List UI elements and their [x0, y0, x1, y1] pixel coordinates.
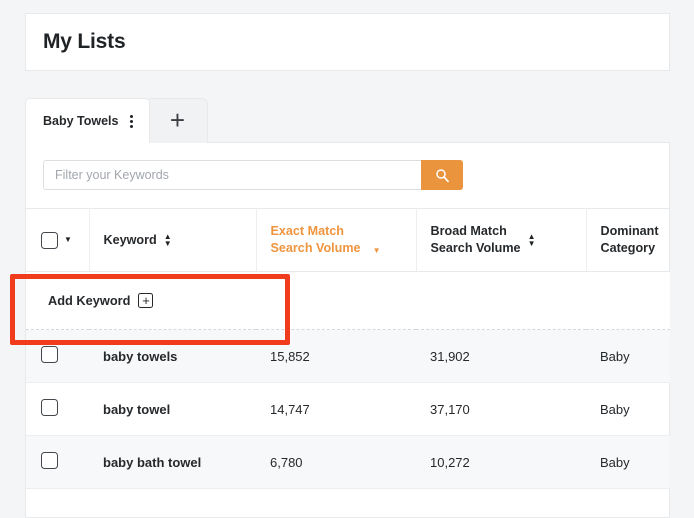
keyword-filter-input[interactable] [43, 160, 421, 190]
cell-exact-match: 6,780 [256, 436, 416, 489]
keywords-table: ▼ Keyword ▲▼ [26, 208, 694, 489]
kebab-menu-icon[interactable] [127, 114, 136, 129]
table-body: Add Keyword + baby towels 15,852 31,902 … [26, 272, 694, 489]
page-title: My Lists [43, 30, 125, 54]
search-icon [435, 168, 450, 183]
cell-broad-match: 10,272 [416, 436, 586, 489]
filter-bar [43, 160, 463, 190]
app-root: My Lists Baby Towels + [0, 0, 694, 518]
add-keyword-row[interactable]: Add Keyword + [26, 272, 694, 330]
chevron-down-icon[interactable]: ▼ [64, 236, 72, 244]
row-checkbox[interactable] [41, 346, 58, 363]
tab-label: Baby Towels [43, 114, 118, 128]
sort-updown-icon[interactable]: ▲▼ [164, 233, 172, 247]
row-select-cell[interactable] [26, 436, 89, 489]
row-select-cell[interactable] [26, 383, 89, 436]
table-row[interactable]: baby towel 14,747 37,170 Baby [26, 383, 694, 436]
sort-descending-icon[interactable]: ▼ [373, 247, 381, 255]
list-tab-strip: Baby Towels + [25, 98, 208, 143]
cell-exact-match: 15,852 [256, 330, 416, 383]
column-label-exact-line1: Exact Match [271, 224, 345, 238]
search-button[interactable] [421, 160, 463, 190]
table-row[interactable]: baby towels 15,852 31,902 Baby [26, 330, 694, 383]
page-title-card: My Lists [25, 13, 670, 71]
cell-keyword: baby towels [89, 330, 256, 383]
cell-broad-match: 31,902 [416, 330, 586, 383]
boxed-plus-icon: + [138, 293, 153, 308]
column-label-exact-line2: Search Volume [271, 241, 361, 255]
add-keyword-cell[interactable]: Add Keyword + [26, 272, 694, 330]
tab-add-new-list[interactable]: + [146, 98, 208, 143]
add-keyword-label: Add Keyword [48, 293, 130, 308]
table-header: ▼ Keyword ▲▼ [26, 209, 694, 272]
sort-updown-icon[interactable]: ▲▼ [528, 233, 536, 247]
column-label-category-line2: Category [601, 241, 656, 255]
viewport-right-gutter [670, 0, 694, 518]
column-label-keyword: Keyword [104, 232, 157, 249]
cell-exact-match: 14,747 [256, 383, 416, 436]
plus-icon: + [170, 107, 185, 133]
column-header-select-all[interactable]: ▼ [26, 209, 89, 272]
column-header-exact-match[interactable]: Exact Match Search Volume ▼ [256, 209, 416, 272]
select-all-checkbox[interactable] [41, 232, 58, 249]
row-select-cell[interactable] [26, 330, 89, 383]
table-row[interactable]: baby bath towel 6,780 10,272 Baby [26, 436, 694, 489]
list-panel: ▼ Keyword ▲▼ [25, 142, 670, 518]
add-keyword-button[interactable]: Add Keyword + [26, 272, 694, 329]
column-label-category-line1: Dominant [601, 224, 659, 238]
column-header-keyword[interactable]: Keyword ▲▼ [89, 209, 256, 272]
row-checkbox[interactable] [41, 399, 58, 416]
column-label-broad-line2: Search Volume [431, 241, 521, 255]
cell-broad-match: 37,170 [416, 383, 586, 436]
column-header-broad-match[interactable]: Broad Match Search Volume ▲▼ [416, 209, 586, 272]
tab-baby-towels[interactable]: Baby Towels [25, 98, 150, 143]
cell-keyword: baby bath towel [89, 436, 256, 489]
column-label-broad-line1: Broad Match [431, 224, 507, 238]
cell-keyword: baby towel [89, 383, 256, 436]
row-checkbox[interactable] [41, 452, 58, 469]
table-header-row: ▼ Keyword ▲▼ [26, 209, 694, 272]
